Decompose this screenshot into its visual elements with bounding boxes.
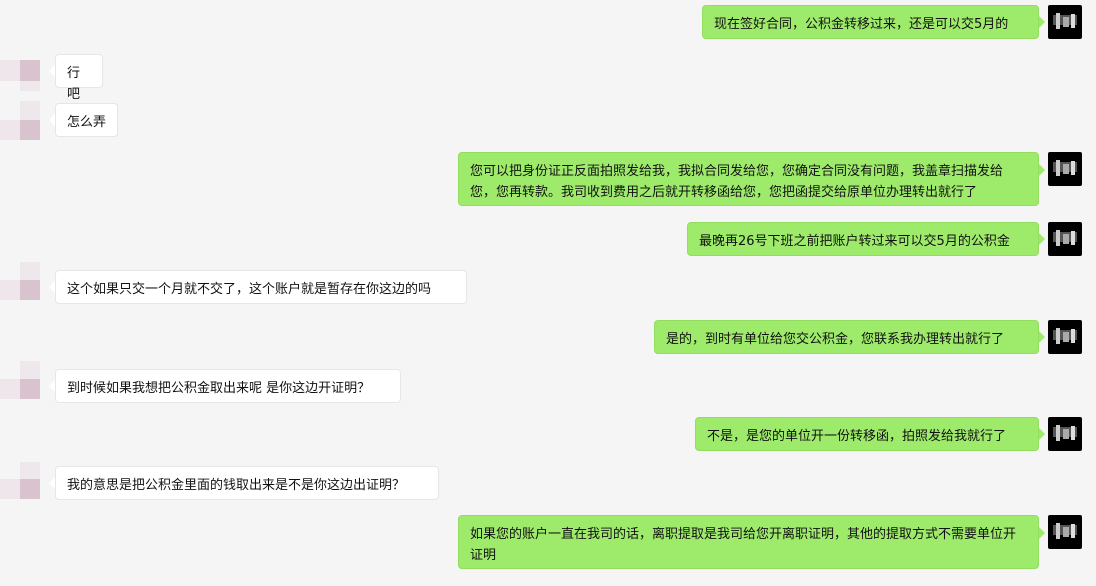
chat-window: 现在签好合同，公积金转移过来，还是可以交5月的 行吧 怎么弄 您可以把身份证正反… bbox=[0, 0, 1096, 586]
bubble-tail bbox=[1039, 428, 1045, 440]
bubble-tail bbox=[1039, 331, 1045, 343]
avatar[interactable] bbox=[1048, 515, 1082, 549]
message-bubble[interactable]: 您可以把身份证正反面拍照发给我，我拟合同发给您，您确定合同没有问题，我盖章扫描发… bbox=[458, 152, 1039, 206]
message-bubble[interactable]: 怎么弄 bbox=[55, 103, 118, 137]
bubble-tail bbox=[1039, 164, 1045, 176]
avatar[interactable] bbox=[0, 361, 40, 401]
message-bubble[interactable]: 行吧 bbox=[55, 54, 103, 102]
message-bubble[interactable]: 是的，到时有单位给您交公积金，您联系我办理转出就行了 bbox=[654, 320, 1039, 354]
message-bubble[interactable]: 到时候如果我想把公积金取出来呢 是你这边开证明？ bbox=[55, 369, 401, 403]
message-bubble[interactable]: 不是，是您的单位开一份转移函，拍照发给我就行了 bbox=[695, 417, 1039, 451]
avatar[interactable] bbox=[1048, 222, 1082, 256]
bubble-tail bbox=[1039, 233, 1045, 245]
message-bubble[interactable]: 如果您的账户一直在我司的话，离职提取是我司给您开离职证明，其他的提取方式不需要单… bbox=[458, 515, 1039, 569]
bubble-tail bbox=[1039, 527, 1045, 539]
message-bubble[interactable]: 最晚再26号下班之前把账户转过来可以交5月的公积金 bbox=[687, 222, 1039, 256]
avatar[interactable] bbox=[0, 51, 40, 91]
message-bubble[interactable]: 我的意思是把公积金里面的钱取出来是不是你这边出证明？ bbox=[55, 466, 439, 500]
avatar[interactable] bbox=[1048, 152, 1082, 186]
avatar[interactable] bbox=[0, 262, 40, 302]
avatar[interactable] bbox=[1048, 417, 1082, 451]
message-bubble[interactable]: 这个如果只交一个月就不交了，这个账户就是暂存在你这边的吗 bbox=[55, 270, 467, 304]
avatar[interactable] bbox=[1048, 320, 1082, 354]
bubble-tail bbox=[1039, 16, 1045, 28]
avatar[interactable] bbox=[0, 101, 40, 141]
avatar[interactable] bbox=[0, 462, 40, 502]
message-bubble[interactable]: 现在签好合同，公积金转移过来，还是可以交5月的 bbox=[702, 5, 1039, 39]
avatar[interactable] bbox=[1048, 5, 1082, 39]
